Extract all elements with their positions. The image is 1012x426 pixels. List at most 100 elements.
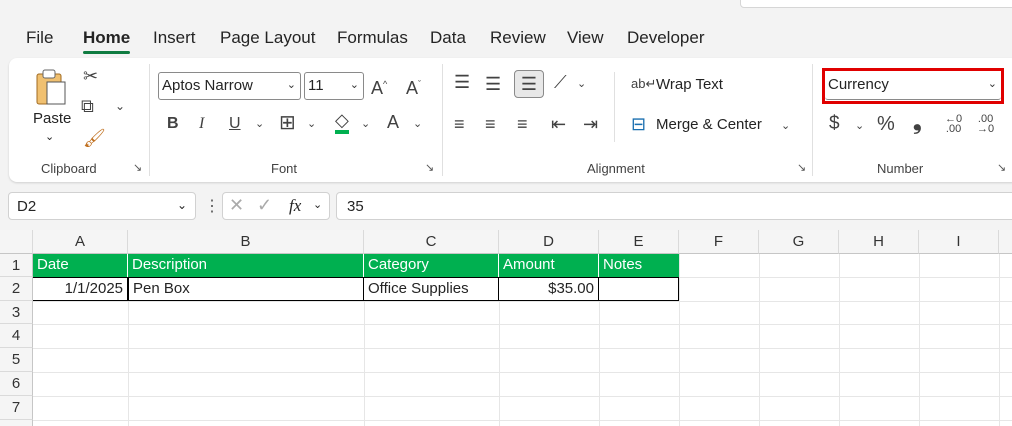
align-left-icon[interactable]: ≡ [454, 114, 465, 134]
cell-d2[interactable]: $35.00 [499, 277, 599, 301]
align-center-icon[interactable]: ≡ [485, 114, 496, 134]
dialog-launcher-icon[interactable]: ↘ [797, 162, 809, 174]
tab-file[interactable]: File [26, 28, 53, 48]
decrease-font-icon[interactable]: Aˇ [406, 74, 421, 98]
wrap-text-label: Wrap Text [656, 76, 723, 93]
row-header-4[interactable]: 4 [0, 324, 33, 348]
cell-b2[interactable]: Pen Box [128, 277, 364, 301]
header-cell-category[interactable]: Category [364, 254, 499, 277]
header-cell-notes[interactable]: Notes [599, 254, 679, 277]
paste-button[interactable]: Paste ⌄ [27, 66, 73, 146]
search-box[interactable] [740, 0, 1012, 8]
font-size-select[interactable]: 11 ⌄ [304, 72, 364, 100]
chevron-down-icon[interactable]: ⌄ [177, 198, 187, 212]
chevron-down-icon[interactable]: ⌄ [255, 114, 264, 134]
font-family-value: Aptos Narrow [162, 77, 253, 94]
row-header-6[interactable]: 6 [0, 372, 33, 396]
chevron-down-icon[interactable]: ⌄ [313, 198, 322, 211]
tab-formulas[interactable]: Formulas [337, 28, 408, 48]
formula-controls: ✕ ✓ fx ⌄ [222, 192, 330, 220]
tab-page-layout[interactable]: Page Layout [220, 28, 315, 48]
chevron-down-icon[interactable]: ⌄ [577, 74, 586, 94]
tab-insert[interactable]: Insert [153, 28, 196, 48]
formula-value: 35 [347, 198, 364, 215]
bold-button[interactable]: B [167, 114, 179, 134]
row-header-5[interactable]: 5 [0, 348, 33, 372]
align-bottom-icon[interactable]: ☰ [514, 70, 544, 98]
increase-decimal-icon[interactable]: ←0.00 [945, 114, 962, 135]
dialog-launcher-icon[interactable]: ↘ [133, 162, 145, 174]
comma-style-icon[interactable]: ❟ [913, 111, 922, 133]
increase-indent-icon[interactable]: ⇥ [583, 114, 598, 134]
chevron-down-icon[interactable]: ⌄ [361, 114, 370, 134]
font-family-select[interactable]: Aptos Narrow ⌄ [158, 72, 301, 100]
header-cell-date[interactable]: Date [33, 254, 128, 277]
col-header-a[interactable]: A [33, 230, 128, 254]
chevron-down-icon[interactable]: ⌄ [413, 114, 422, 134]
format-painter-icon[interactable]: 🖌 [83, 128, 106, 148]
gridline [33, 301, 1012, 302]
insert-function-button[interactable]: fx [289, 196, 301, 216]
dialog-launcher-icon[interactable]: ↘ [425, 162, 437, 174]
chevron-down-icon: ⌄ [286, 79, 296, 91]
tab-developer[interactable]: Developer [627, 28, 705, 48]
align-right-icon[interactable]: ≡ [517, 114, 528, 134]
align-top-icon[interactable]: ☰ [454, 72, 470, 92]
gridline [499, 301, 500, 426]
wrap-text-button[interactable]: ab↵ Wrap Text [631, 74, 741, 98]
col-header-g[interactable]: G [759, 230, 839, 254]
percent-icon[interactable]: % [877, 114, 895, 134]
chevron-down-icon[interactable]: ⌄ [45, 130, 54, 143]
more-icon[interactable]: ⋮ [204, 196, 220, 216]
borders-icon[interactable]: ⊞ [279, 113, 296, 133]
chevron-down-icon[interactable]: ⌄ [115, 96, 125, 116]
row-header-3[interactable]: 3 [0, 301, 33, 324]
align-middle-icon[interactable]: ☰ [485, 74, 501, 94]
col-header-c[interactable]: C [364, 230, 499, 254]
gridline [919, 254, 920, 426]
cancel-icon[interactable]: ✕ [229, 195, 244, 216]
italic-button[interactable]: I [199, 114, 204, 134]
increase-font-icon[interactable]: A^ [371, 74, 387, 98]
tab-data[interactable]: Data [430, 28, 466, 48]
font-color-icon[interactable]: A [387, 112, 399, 132]
cell-e2[interactable] [599, 277, 679, 301]
row-header-7[interactable]: 7 [0, 396, 33, 420]
gridline [839, 254, 840, 426]
header-cell-amount[interactable]: Amount [499, 254, 599, 277]
divider [149, 64, 150, 176]
cut-icon[interactable]: ✂ [83, 66, 98, 86]
copy-icon[interactable]: ⧉ [81, 96, 94, 116]
col-header-f[interactable]: F [679, 230, 759, 254]
decrease-decimal-icon[interactable]: .00 →0 [977, 114, 994, 135]
col-header-h[interactable]: H [839, 230, 919, 254]
col-header-d[interactable]: D [499, 230, 599, 254]
orientation-icon[interactable]: ⟋ [554, 72, 567, 92]
merge-center-button[interactable]: ⊟ Merge & Center ⌄ [631, 114, 801, 138]
chevron-down-icon[interactable]: ⌄ [855, 116, 864, 136]
divider [812, 64, 813, 176]
tab-review[interactable]: Review [490, 28, 546, 48]
name-box[interactable]: D2 ⌄ [8, 192, 196, 220]
underline-button[interactable]: U [229, 114, 241, 134]
col-header-i[interactable]: I [919, 230, 999, 254]
fill-color-icon[interactable]: ◇ [335, 110, 349, 134]
merge-center-label: Merge & Center [656, 116, 762, 133]
col-header-overflow [999, 230, 1012, 254]
formula-input[interactable]: 35 [336, 192, 1012, 220]
currency-icon[interactable]: $ [829, 114, 840, 134]
row-header-1[interactable]: 1 [0, 254, 33, 277]
tab-home[interactable]: Home [83, 28, 131, 54]
cell-c2[interactable]: Office Supplies [364, 277, 499, 301]
tab-view[interactable]: View [567, 28, 604, 48]
decrease-indent-icon[interactable]: ⇤ [551, 114, 566, 134]
row-header-2[interactable]: 2 [0, 277, 33, 301]
header-cell-description[interactable]: Description [128, 254, 364, 277]
chevron-down-icon[interactable]: ⌄ [307, 114, 316, 134]
col-header-b[interactable]: B [128, 230, 364, 254]
dialog-launcher-icon[interactable]: ↘ [997, 162, 1009, 174]
cell-a2[interactable]: 1/1/2025 [33, 277, 128, 301]
enter-icon[interactable]: ✓ [257, 195, 272, 216]
col-header-e[interactable]: E [599, 230, 679, 254]
select-all-corner[interactable] [0, 230, 33, 254]
